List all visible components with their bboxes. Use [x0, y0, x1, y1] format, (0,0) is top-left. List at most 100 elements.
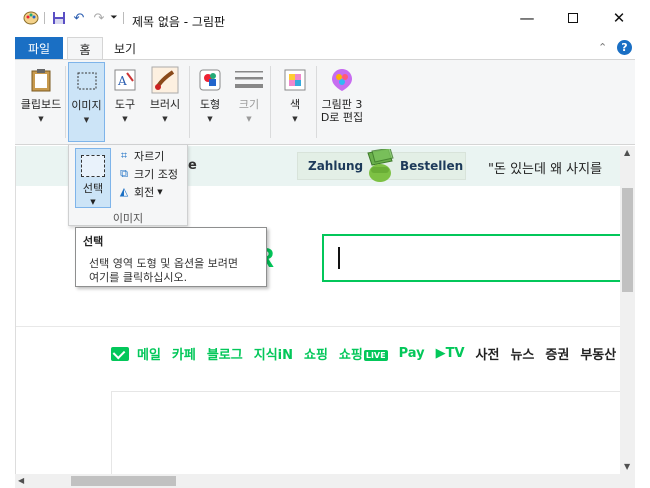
tooltip-line-2: 여기를 클릭하십시오. [89, 271, 188, 284]
size-button[interactable]: 크기 ▼ [231, 62, 267, 142]
service-cafe: 카페 [171, 348, 196, 363]
horizontal-scrollbar[interactable]: ◀ [15, 474, 620, 488]
size-label: 크기 [238, 98, 260, 111]
collapse-ribbon-icon[interactable]: ⌃ [598, 41, 607, 54]
chevron-down-icon: ▼ [83, 116, 90, 124]
left-gutter [0, 146, 15, 488]
customize-dropdown-icon[interactable]: ⏷ [108, 9, 120, 27]
tools-icon: A [110, 65, 140, 95]
paint3d-label: 그림판 3 D로 편집 [321, 98, 363, 124]
vertical-scrollbar[interactable]: ▲ ▼ [620, 146, 635, 474]
brushes-button[interactable]: 브러시 ▼ [145, 62, 185, 142]
image-dropdown-panel: 선택 ▼ ⌗ 자르기 ⧉ 크기 조정 ◭ 회전 ▼ 이미지 [68, 144, 188, 226]
service-links: 메일 카페 블로그 지식iN 쇼핑 쇼핑 LIVE Pay ▶TV 사전 뉴스 증… [111, 344, 620, 363]
minimize-button[interactable]: — [504, 0, 550, 36]
horizontal-scroll-thumb[interactable] [71, 476, 176, 486]
maximize-button[interactable] [550, 0, 596, 36]
paint-app-icon[interactable] [22, 9, 40, 27]
select-image-icon [72, 66, 102, 96]
divider [16, 326, 620, 327]
chevron-down-icon: ▼ [162, 115, 168, 123]
brushes-label: 브러시 [149, 98, 181, 111]
select-button[interactable]: 선택 ▼ [75, 148, 111, 208]
clipboard-button[interactable]: 클립보드 ▼ [19, 62, 63, 142]
clipboard-label: 클립보드 [20, 98, 62, 111]
ad-right-text: Bestellen [400, 159, 464, 173]
select-tooltip: 선택 선택 영역 도형 및 옵션을 보려면 여기를 클릭하십시오. [75, 227, 267, 287]
resize-icon: ⧉ [120, 166, 128, 180]
rotate-button[interactable]: ◭ 회전 ▼ [117, 183, 163, 200]
chevron-down-icon: ▼ [38, 115, 44, 123]
paint3d-label-line2: D로 편집 [320, 111, 364, 124]
select-icon [81, 155, 105, 177]
service-dictionary: 사전 [475, 348, 500, 363]
chevron-down-icon: ▼ [157, 187, 163, 196]
color-button[interactable]: 색 ▼ [277, 62, 313, 142]
save-icon[interactable] [50, 9, 68, 27]
redo-icon[interactable]: ↷ [90, 9, 108, 27]
crop-icon: ⌗ [120, 148, 128, 162]
crop-button[interactable]: ⌗ 자르기 [117, 147, 164, 164]
shapes-label: 도형 [199, 98, 221, 111]
service-news: 뉴스 [510, 348, 535, 363]
mail-icon [111, 346, 129, 361]
scroll-left-icon[interactable]: ◀ [18, 476, 24, 485]
minimize-icon: — [519, 9, 535, 27]
undo-icon[interactable]: ↶ [70, 9, 88, 27]
ad-left-text: Zahlung [308, 159, 364, 173]
select-label: 선택 [82, 182, 104, 195]
close-button[interactable]: ✕ [596, 0, 642, 36]
scrollbar-corner [620, 474, 635, 488]
shapes-icon [195, 65, 225, 95]
svg-text:A: A [117, 74, 127, 88]
paint3d-label-line1: 그림판 3 [321, 98, 363, 111]
color-palette-icon [280, 65, 310, 95]
tools-label: 도구 [114, 98, 136, 111]
clipboard-icon [26, 65, 56, 95]
headline-text: "돈 있는데 왜 사지를 [488, 162, 603, 177]
play-icon: ▶ [435, 346, 446, 361]
tools-button[interactable]: A 도구 ▼ [107, 62, 143, 142]
service-shopping-live-label: 쇼핑 [338, 348, 363, 363]
image-button[interactable]: 이미지 ▼ [68, 62, 105, 142]
chevron-down-icon: ▼ [292, 115, 298, 123]
tooltip-body: 선택 영역 도형 및 옵션을 보려면 여기를 클릭하십시오. [89, 257, 259, 285]
maximize-icon [568, 13, 578, 23]
shapes-button[interactable]: 도형 ▼ [192, 62, 228, 142]
window-title: 제목 없음 - 그림판 [132, 15, 226, 29]
money-hand-icon [362, 147, 398, 183]
chevron-down-icon: ▼ [207, 115, 213, 123]
service-blog: 블로그 [206, 348, 243, 363]
brush-icon [150, 65, 180, 95]
service-shopping-live: 쇼핑 LIVE [339, 344, 388, 363]
scroll-up-icon[interactable]: ▲ [624, 148, 630, 157]
service-pay: Pay [398, 346, 425, 361]
resize-button[interactable]: ⧉ 크기 조정 [117, 165, 178, 182]
service-tv-label: TV [445, 346, 465, 361]
search-box [322, 234, 620, 282]
chevron-down-icon: ▼ [122, 115, 128, 123]
color-label: 색 [289, 98, 301, 111]
tab-view[interactable]: 보기 [108, 37, 142, 59]
chevron-down-icon: ▼ [246, 115, 252, 123]
service-kin: 지식iN [253, 348, 293, 363]
service-tv: ▶TV [436, 346, 465, 361]
banner-text-fragment: e [188, 158, 197, 173]
tooltip-line-1: 선택 영역 도형 및 옵션을 보려면 [89, 257, 239, 270]
ad-banner: Zahlung Bestellen [297, 147, 466, 183]
chevron-down-icon: ▼ [90, 198, 96, 206]
help-icon[interactable]: ? [617, 40, 632, 55]
edit-with-paint3d-button[interactable]: 그림판 3 D로 편집 [320, 62, 364, 142]
rotate-label: 회전 [134, 185, 155, 199]
tab-home[interactable]: 홈 [67, 37, 103, 60]
service-realestate: 부동산 [580, 348, 617, 363]
content-box [111, 391, 620, 474]
resize-label: 크기 조정 [134, 167, 178, 181]
live-badge: LIVE [363, 350, 388, 361]
tab-file[interactable]: 파일 [15, 37, 63, 59]
crop-label: 자르기 [134, 149, 165, 163]
image-label: 이미지 [71, 99, 102, 112]
scroll-down-icon[interactable]: ▼ [624, 462, 630, 471]
tooltip-title: 선택 [83, 235, 104, 248]
vertical-scroll-thumb[interactable] [622, 188, 633, 292]
